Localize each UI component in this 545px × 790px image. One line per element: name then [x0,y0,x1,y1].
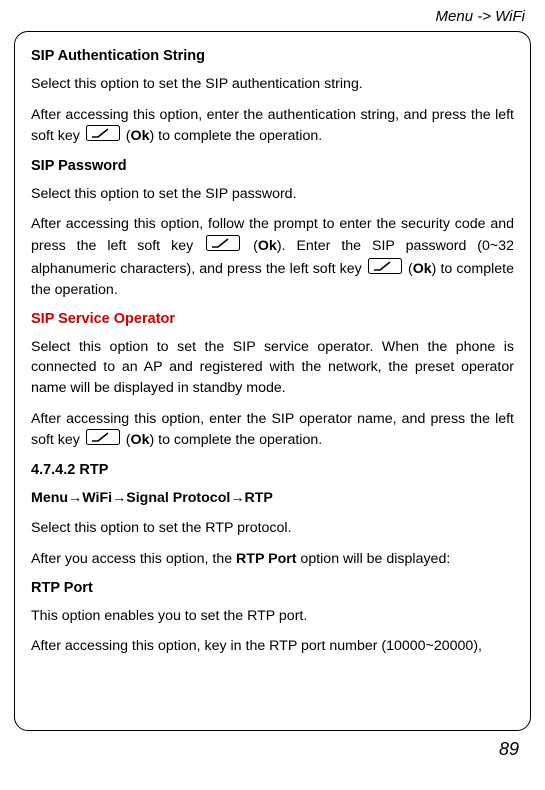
page-frame: SIP Authentication String Select this op… [14,31,531,731]
text: option will be displayed: [296,551,450,567]
ok-label: Ok [258,238,277,254]
para-sip-auth-1: Select this option to set the SIP authen… [31,74,514,95]
page-number: 89 [0,731,545,760]
para-sip-op-1: Select this option to set the SIP servic… [31,337,514,399]
left-soft-key-icon [86,429,120,452]
para-sip-pw-1: Select this option to set the SIP passwo… [31,184,514,205]
para-sip-pw-2: After accessing this option, follow the … [31,214,514,300]
arrow-icon: → [112,490,126,506]
nav-rtp: RTP [245,490,273,506]
para-rtp-2: After you access this option, the RTP Po… [31,549,514,570]
heading-rtp-port: RTP Port [31,580,514,596]
heading-sip-auth-string: SIP Authentication String [31,48,514,64]
heading-sip-operator: SIP Service Operator [31,311,514,327]
heading-sip-password: SIP Password [31,158,514,174]
text: After you access this option, the [31,551,236,567]
para-rtp-port-1: This option enables you to set the RTP p… [31,606,514,627]
ok-label: Ok [413,261,432,277]
text: ) to complete the operation. [149,432,322,448]
nav-signal-protocol: Signal Protocol [126,490,230,506]
arrow-icon: → [230,490,244,506]
left-soft-key-icon [368,258,402,281]
left-soft-key-icon [206,235,240,258]
rtp-port-bold: RTP Port [236,551,296,567]
para-sip-op-2: After accessing this option, enter the S… [31,409,514,452]
arrow-icon: → [68,490,82,506]
left-soft-key-icon [86,125,120,148]
heading-rtp: 4.7.4.2 RTP [31,462,514,478]
text: ) to complete the operation. [149,128,322,144]
nav-path: Menu→WiFi→Signal Protocol→RTP [31,488,514,509]
para-rtp-1: Select this option to set the RTP protoc… [31,518,514,539]
para-rtp-port-2: After accessing this option, key in the … [31,636,514,657]
nav-menu: Menu [31,490,68,506]
nav-wifi: WiFi [82,490,112,506]
para-sip-auth-2: After accessing this option, enter the a… [31,105,514,148]
ok-label: Ok [131,128,150,144]
ok-label: Ok [131,432,150,448]
breadcrumb: Menu -> WiFi [0,0,545,29]
